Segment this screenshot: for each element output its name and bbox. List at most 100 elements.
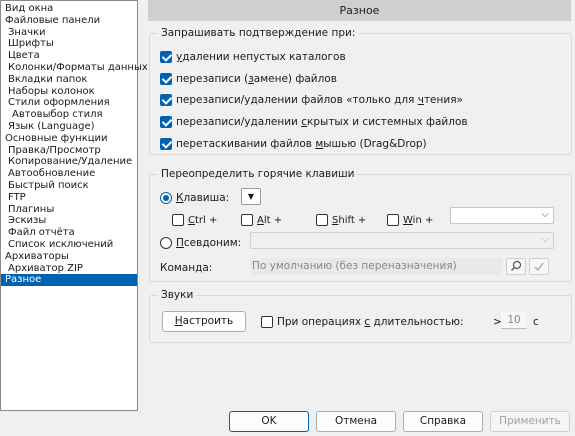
confirm-checkbox[interactable]: удалении непустых каталогов <box>160 51 346 63</box>
checkmark-icon <box>534 262 544 272</box>
confirm-checkbox-box[interactable] <box>160 94 172 106</box>
tree-item[interactable]: Язык (Language) <box>1 121 137 133</box>
duration-checkbox-box[interactable] <box>261 316 273 328</box>
cancel-button[interactable]: Отмена <box>316 411 396 432</box>
tree-item[interactable]: Колонки/Форматы данных <box>1 62 148 74</box>
tree-item[interactable]: Шрифты <box>1 38 137 50</box>
key-radio-button[interactable] <box>160 192 172 204</box>
tree-item[interactable]: Быстрый поиск <box>1 180 137 192</box>
alias-radio-button[interactable] <box>160 237 172 249</box>
command-field: По умолчанию (без переназначения) <box>250 258 502 275</box>
ctrl-checkbox-box[interactable] <box>172 214 184 226</box>
shift-label: hift + <box>338 214 367 226</box>
ok-label: OK <box>261 415 277 427</box>
alt-checkbox-box[interactable] <box>241 214 253 226</box>
alias-combo[interactable]: ⌵ <box>250 232 554 249</box>
apply-button[interactable]: Применить <box>490 411 570 432</box>
tree-item[interactable]: Стили оформления <box>1 97 137 109</box>
chevron-down-icon: ⌵ <box>541 209 549 220</box>
confirm-checkbox-box[interactable] <box>160 73 172 85</box>
label-part: крытых и системных файлов <box>307 116 468 128</box>
key-dropdown-arrow-icon: ▼ <box>247 192 255 201</box>
tree-item[interactable]: Вид окна <box>1 3 137 15</box>
command-value: По умолчанию (без переназначения) <box>252 260 457 272</box>
confirm-checkbox[interactable]: перезаписи/удалении скрытых и системных … <box>160 116 468 128</box>
seconds-input[interactable]: 10 <box>501 312 527 329</box>
confirm-checkbox-label: удалении непустых каталогов <box>176 51 346 63</box>
tree-item[interactable]: Автовыбор стиля <box>1 109 137 121</box>
help-label: Справка <box>419 415 467 427</box>
key-combo[interactable]: ⌵ <box>450 207 554 224</box>
confirm-group-title: Запрашивать подтверждение при: <box>158 27 359 40</box>
win-checkbox-box[interactable] <box>387 214 399 226</box>
seconds-unit: с <box>533 316 539 328</box>
tree-item[interactable]: Файл отчёта <box>1 227 137 239</box>
label-part: ышью (Drag&Drop) <box>323 138 427 150</box>
alt-checkbox[interactable]: Alt + <box>241 214 282 226</box>
command-apply-button[interactable] <box>529 258 549 275</box>
help-button[interactable]: Справка <box>403 411 483 432</box>
win-label: in + <box>412 214 434 226</box>
label-part: перезаписи/удалении файлов «только для <box>176 94 418 106</box>
tree-item[interactable]: Эскизы <box>1 215 137 227</box>
tree-item[interactable]: Автообновление <box>1 168 137 180</box>
confirm-checkbox-label: перетаскивании файлов мышью (Drag&Drop) <box>176 138 427 150</box>
command-label: Команда: <box>160 262 213 274</box>
tree-item[interactable]: Разное <box>1 274 137 287</box>
tree-item[interactable]: Файловые панели <box>1 15 137 27</box>
duration-pre: При операциях <box>277 316 365 328</box>
tree-item[interactable]: Значки <box>1 27 137 39</box>
ok-button[interactable]: OK <box>229 411 309 432</box>
shift-checkbox[interactable]: Shift + <box>316 214 366 226</box>
cancel-label: Отмена <box>334 415 378 427</box>
hotkeys-group-title: Переопределить горячие клавиши <box>158 168 358 181</box>
confirm-group: Запрашивать подтверждение при: удалении … <box>149 27 572 155</box>
alias-radio-underline: П <box>176 237 184 249</box>
label-part: амене) файлов <box>253 73 337 85</box>
alias-radio[interactable]: Псевдоним: <box>160 237 241 249</box>
shift-checkbox-box[interactable] <box>316 214 328 226</box>
confirm-checkbox-label: перезаписи/удалении скрытых и системных … <box>176 116 468 128</box>
tree-item[interactable]: Наборы колонок <box>1 86 137 98</box>
seconds-value: 10 <box>507 314 521 326</box>
confirm-checkbox-box[interactable] <box>160 138 172 150</box>
ctrl-u: C <box>188 214 195 226</box>
key-radio-label: лавиша: <box>183 192 230 204</box>
tree-item[interactable]: Копирование/Удаление <box>1 156 137 168</box>
tree-item[interactable]: Список исключений <box>1 239 137 251</box>
confirm-checkbox-label: перезаписи/удалении файлов «только для ч… <box>176 94 463 106</box>
tree-item[interactable]: Цвета <box>1 50 137 62</box>
confirm-checkbox[interactable]: перезаписи (замене) файлов <box>160 73 337 85</box>
tree-item[interactable]: Плагины <box>1 204 137 216</box>
configure-sounds-button[interactable]: Настроить <box>162 311 246 332</box>
tree-item[interactable]: Архиваторы <box>1 251 137 263</box>
duration-checkbox[interactable]: При операциях с длительностью: <box>261 316 464 328</box>
tree-item[interactable]: Архиватор ZIP <box>1 263 137 275</box>
key-radio[interactable]: Клавиша: <box>160 192 229 204</box>
tree-item[interactable]: Основные функции <box>1 133 137 145</box>
configure-underline: Н <box>174 315 183 327</box>
label-part: перезаписи ( <box>176 73 249 85</box>
alias-radio-label: севдоним: <box>183 237 242 249</box>
confirm-checkbox-box[interactable] <box>160 116 172 128</box>
label-part: далении непустых каталогов <box>182 51 346 63</box>
ctrl-label: trl + <box>194 214 218 226</box>
tree-item[interactable]: Правка/Просмотр <box>1 145 137 157</box>
label-part: перетаскивании файлов <box>176 138 316 150</box>
confirm-checkbox[interactable]: перетаскивании файлов мышью (Drag&Drop) <box>160 138 427 150</box>
win-checkbox[interactable]: Win + <box>387 214 433 226</box>
ctrl-checkbox[interactable]: Ctrl + <box>172 214 217 226</box>
label-part: перезаписи/удалении <box>176 116 302 128</box>
chevron-down-icon: ⌵ <box>541 234 549 245</box>
confirm-checkbox-box[interactable] <box>160 51 172 63</box>
command-search-button[interactable] <box>506 258 526 275</box>
label-part: тения» <box>423 94 463 106</box>
key-dropdown-button[interactable]: ▼ <box>241 188 261 205</box>
settings-tree[interactable]: Вид окна Файловые панели Значки Шрифты Цвета… <box>0 0 148 411</box>
alt-u: A <box>257 214 264 226</box>
tree-item[interactable]: FTP <box>1 192 137 204</box>
tree-item[interactable]: Вкладки папок <box>1 74 137 86</box>
confirm-checkbox[interactable]: перезаписи/удалении файлов «только для ч… <box>160 94 463 106</box>
sounds-group-title: Звуки <box>158 289 197 302</box>
alt-label: lt + <box>263 214 283 226</box>
